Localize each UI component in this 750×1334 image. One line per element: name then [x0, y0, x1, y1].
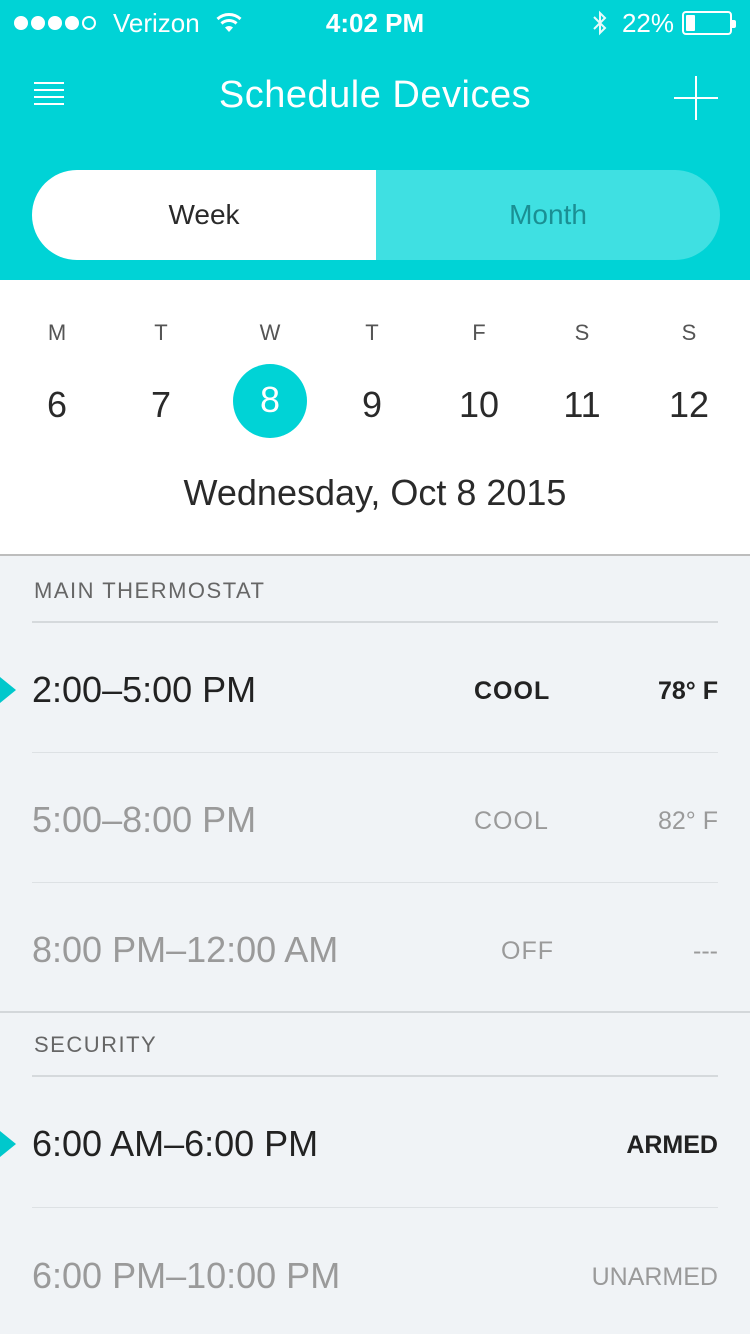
day-letter: F [472, 320, 486, 345]
schedule-time: 2:00–5:00 PM [32, 669, 257, 710]
schedule-row[interactable]: 6:00 AM–6:00 PM ARMED [0, 1077, 750, 1207]
schedule-time: 6:00 PM–10:00 PM [32, 1255, 341, 1296]
view-segmented-control: Week Month [32, 170, 720, 260]
battery-icon [682, 11, 736, 35]
schedule-temperature: 78° F [657, 677, 718, 705]
security-status: ARMED [626, 1131, 718, 1159]
schedule-temperature: 82° F [657, 807, 718, 835]
selected-date-label: Wednesday, Oct 8 2015 [183, 472, 567, 513]
section-divider [0, 1011, 750, 1013]
day-letter: S [574, 320, 590, 345]
day-friday[interactable]: F 10 [429, 320, 529, 442]
day-wednesday[interactable]: W 8 [220, 320, 320, 438]
schedule-row[interactable]: 2:00–5:00 PM COOL 78° F [0, 623, 750, 753]
day-letter: M [47, 320, 67, 345]
day-number: 12 [668, 384, 710, 425]
schedule-time: 6:00 AM–6:00 PM [32, 1123, 319, 1164]
header: Verizon 4:02 PM 22% Schedule Devices Wee… [0, 0, 750, 280]
schedule-row[interactable]: 8:00 PM–12:00 AM OFF --- [0, 883, 750, 1013]
status-right: 22% [592, 7, 736, 38]
day-number: 9 [361, 384, 383, 425]
security-status: UNARMED [591, 1263, 718, 1291]
status-bar: Verizon 4:02 PM 22% [0, 0, 750, 44]
schedule-temperature: --- [693, 937, 718, 965]
day-tuesday[interactable]: T 7 [111, 320, 211, 442]
day-monday[interactable]: M 6 [7, 320, 107, 442]
current-indicator-icon [0, 1131, 16, 1157]
day-number: 6 [46, 384, 68, 425]
day-letter: T [154, 320, 168, 345]
selected-day-number: 8 [233, 364, 307, 438]
day-saturday[interactable]: S 11 [532, 320, 632, 442]
section-title-security: SECURITY [34, 1032, 158, 1057]
schedule-row[interactable]: 5:00–8:00 PM COOL 82° F [0, 753, 750, 883]
battery-level [686, 15, 695, 31]
section-title-thermostat: MAIN THERMOSTAT [34, 578, 266, 603]
current-indicator-icon [0, 677, 16, 703]
add-icon[interactable] [672, 74, 720, 122]
page-title: Schedule Devices [218, 74, 532, 116]
week-calendar: M 6 T 7 W 8 T 9 F 10 S 11 S 12 Wednesday… [0, 280, 750, 556]
day-letter: S [681, 320, 697, 345]
day-letter: W [259, 320, 281, 345]
schedule-row[interactable]: 6:00 PM–10:00 PM UNARMED [0, 1209, 750, 1334]
day-sunday[interactable]: S 12 [639, 320, 739, 442]
day-thursday[interactable]: T 9 [322, 320, 422, 442]
schedule-mode: OFF [501, 937, 554, 965]
tab-month[interactable]: Month [376, 170, 720, 260]
day-letter: T [365, 320, 379, 345]
day-number: 10 [458, 384, 500, 425]
nav-bar: Schedule Devices [0, 44, 750, 154]
schedule-time: 8:00 PM–12:00 AM [32, 929, 339, 970]
bluetooth-icon [593, 10, 607, 36]
battery-percent: 22% [621, 7, 674, 38]
tab-week[interactable]: Week [32, 170, 376, 260]
schedule-mode: COOL [474, 807, 549, 835]
schedule-mode: COOL [474, 677, 551, 705]
divider [32, 1207, 718, 1208]
day-number: 11 [563, 384, 601, 425]
day-number: 7 [150, 384, 172, 425]
schedule-time: 5:00–8:00 PM [32, 799, 257, 840]
